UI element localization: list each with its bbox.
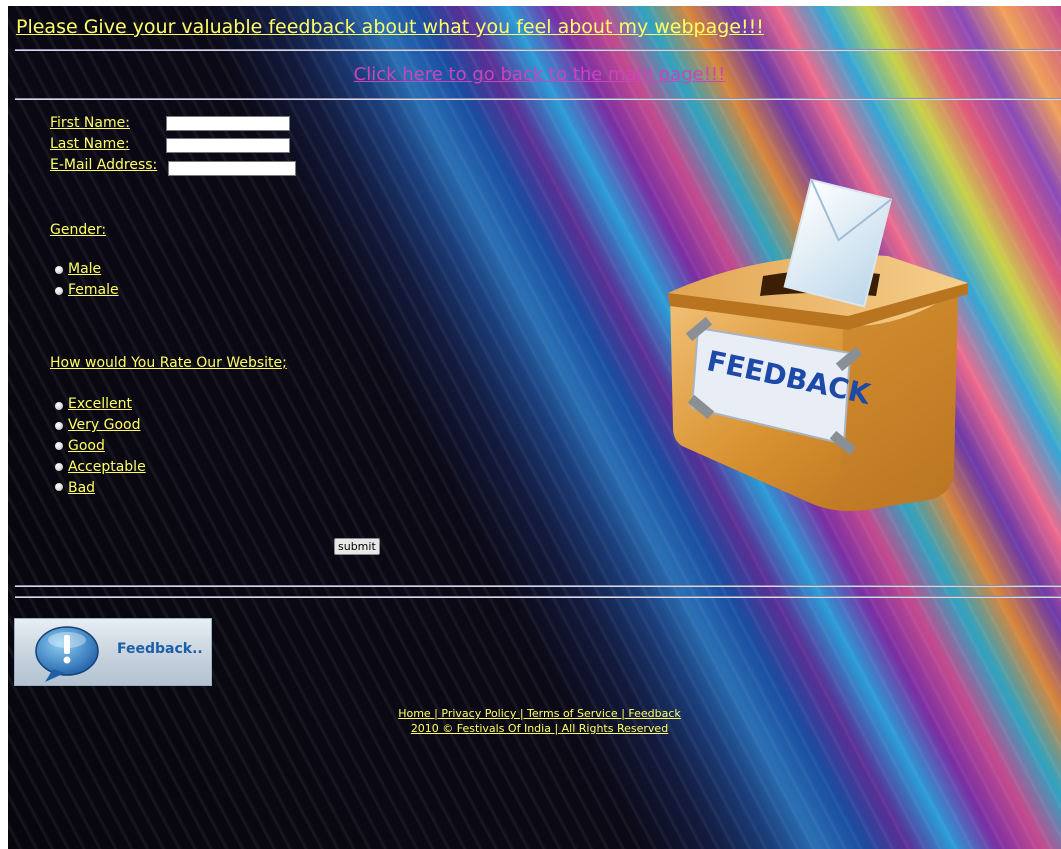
speech-bubble-exclamation-icon (35, 626, 99, 682)
back-to-main-link[interactable]: Click here to go back to the main page!!… (8, 64, 1061, 85)
gender-label[interactable]: Gender: (50, 222, 106, 238)
rating-radio-acceptable[interactable] (55, 463, 63, 471)
divider-top (15, 49, 1061, 51)
submit-button[interactable]: submit (334, 538, 380, 555)
gender-radio-male[interactable] (55, 266, 63, 274)
ballot-box-envelope-icon: FEEDBACK (668, 178, 968, 511)
divider-header (15, 98, 1061, 100)
gender-radio-female[interactable] (55, 287, 63, 295)
divider-bottom-2 (15, 596, 1061, 598)
rating-option-good[interactable]: Good (68, 438, 105, 454)
footer-links[interactable]: Home | Privacy Policy | Terms of Service… (8, 707, 1061, 720)
first-name-input[interactable] (166, 116, 290, 131)
rating-option-acceptable[interactable]: Acceptable (68, 459, 146, 475)
feedback-button-label[interactable]: Feedback.. (117, 641, 203, 657)
rating-option-excellent[interactable]: Excellent (68, 396, 132, 412)
rating-label[interactable]: How would You Rate Our Website; (50, 355, 287, 371)
rating-radio-excellent[interactable] (55, 402, 63, 410)
last-name-label[interactable]: Last Name: (50, 136, 130, 152)
rating-radio-good[interactable] (55, 442, 63, 450)
rating-option-very-good[interactable]: Very Good (68, 417, 140, 433)
rating-option-bad[interactable]: Bad (68, 480, 95, 496)
divider-bottom-1 (15, 585, 1061, 587)
rating-radio-bad[interactable] (55, 483, 63, 491)
page-background: Please Give your valuable feedback about… (8, 6, 1061, 849)
last-name-input[interactable] (166, 138, 290, 153)
page-title[interactable]: Please Give your valuable feedback about… (16, 16, 764, 38)
gender-option-male[interactable]: Male (68, 261, 101, 277)
gender-option-female[interactable]: Female (68, 282, 119, 298)
rating-radio-very-good[interactable] (55, 422, 63, 430)
email-input[interactable] (168, 161, 296, 176)
feedback-button[interactable]: Feedback.. (14, 618, 212, 686)
footer-copyright: 2010 © Festivals Of India | All Rights R… (410, 722, 669, 735)
first-name-label[interactable]: First Name: (50, 115, 130, 131)
email-label[interactable]: E-Mail Address: (50, 157, 157, 173)
